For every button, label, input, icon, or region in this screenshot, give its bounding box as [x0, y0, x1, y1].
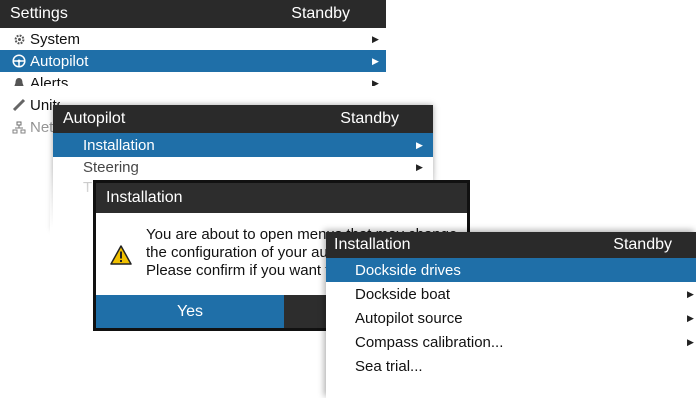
autopilot-item-installation[interactable]: Installation ▶	[53, 133, 433, 157]
dialog-titlebar: Installation	[96, 183, 467, 213]
chevron-right-icon: ▶	[687, 312, 694, 323]
ruler-icon	[12, 98, 26, 112]
chevron-right-icon: ▶	[687, 288, 694, 299]
gear-icon	[12, 32, 26, 46]
installation-item-label: Autopilot source	[355, 309, 463, 327]
installation-item-autopilot-source[interactable]: Autopilot source ▶	[326, 306, 696, 330]
autopilot-item-label: T	[83, 178, 93, 196]
autopilot-item-label: Steering	[83, 158, 139, 176]
settings-title: Settings	[10, 5, 68, 22]
installation-item-label: Dockside boat	[355, 285, 451, 303]
bell-icon	[12, 76, 26, 86]
installation-item-label: Compass calibration...	[355, 333, 504, 351]
settings-item-network[interactable]: Network	[0, 116, 58, 138]
settings-item-label: Autopilot	[30, 52, 89, 70]
installation-item-sea-trial[interactable]: Sea trial...	[326, 354, 696, 378]
installation-panel: Installation Standby Dockside drives Doc…	[326, 232, 696, 398]
network-icon	[12, 120, 26, 134]
chevron-right-icon: ▶	[372, 55, 379, 66]
installation-item-dockside-drives[interactable]: Dockside drives	[326, 258, 696, 282]
autopilot-title: Autopilot	[63, 110, 126, 127]
yes-button[interactable]: Yes	[96, 295, 284, 328]
settings-titlebar: Settings Standby	[0, 0, 386, 28]
settings-status: Standby	[291, 5, 350, 22]
yes-button-label: Yes	[176, 302, 204, 320]
settings-item-units[interactable]: Units	[0, 94, 60, 116]
settings-item-alerts[interactable]: Alerts ▶	[0, 72, 386, 92]
installation-item-label: Sea trial...	[355, 357, 423, 375]
settings-item-label: System	[30, 30, 81, 48]
installation-titlebar: Installation Standby	[326, 232, 696, 258]
autopilot-titlebar: Autopilot Standby	[53, 105, 433, 133]
settings-item-system[interactable]: System ▶	[0, 28, 386, 50]
settings-item-label: Alerts	[30, 74, 69, 92]
chevron-right-icon: ▶	[416, 161, 423, 172]
chevron-right-icon: ▶	[372, 33, 379, 44]
chevron-right-icon: ▶	[372, 77, 379, 88]
settings-item-autopilot[interactable]: Autopilot ▶	[0, 50, 386, 72]
steering-wheel-icon	[12, 54, 26, 68]
installation-item-compass-calibration[interactable]: Compass calibration... ▶	[326, 330, 696, 354]
autopilot-item-steering[interactable]: Steering ▶	[53, 157, 433, 177]
installation-item-label: Dockside drives	[355, 261, 461, 279]
dialog-title: Installation	[106, 189, 183, 206]
warning-icon	[110, 245, 132, 270]
installation-status: Standby	[613, 236, 672, 253]
autopilot-status: Standby	[340, 110, 399, 127]
installation-title: Installation	[334, 236, 411, 253]
autopilot-item-label: Installation	[83, 136, 155, 154]
chevron-right-icon: ▶	[416, 139, 423, 150]
chevron-right-icon: ▶	[687, 336, 694, 347]
installation-item-dockside-boat[interactable]: Dockside boat ▶	[326, 282, 696, 306]
